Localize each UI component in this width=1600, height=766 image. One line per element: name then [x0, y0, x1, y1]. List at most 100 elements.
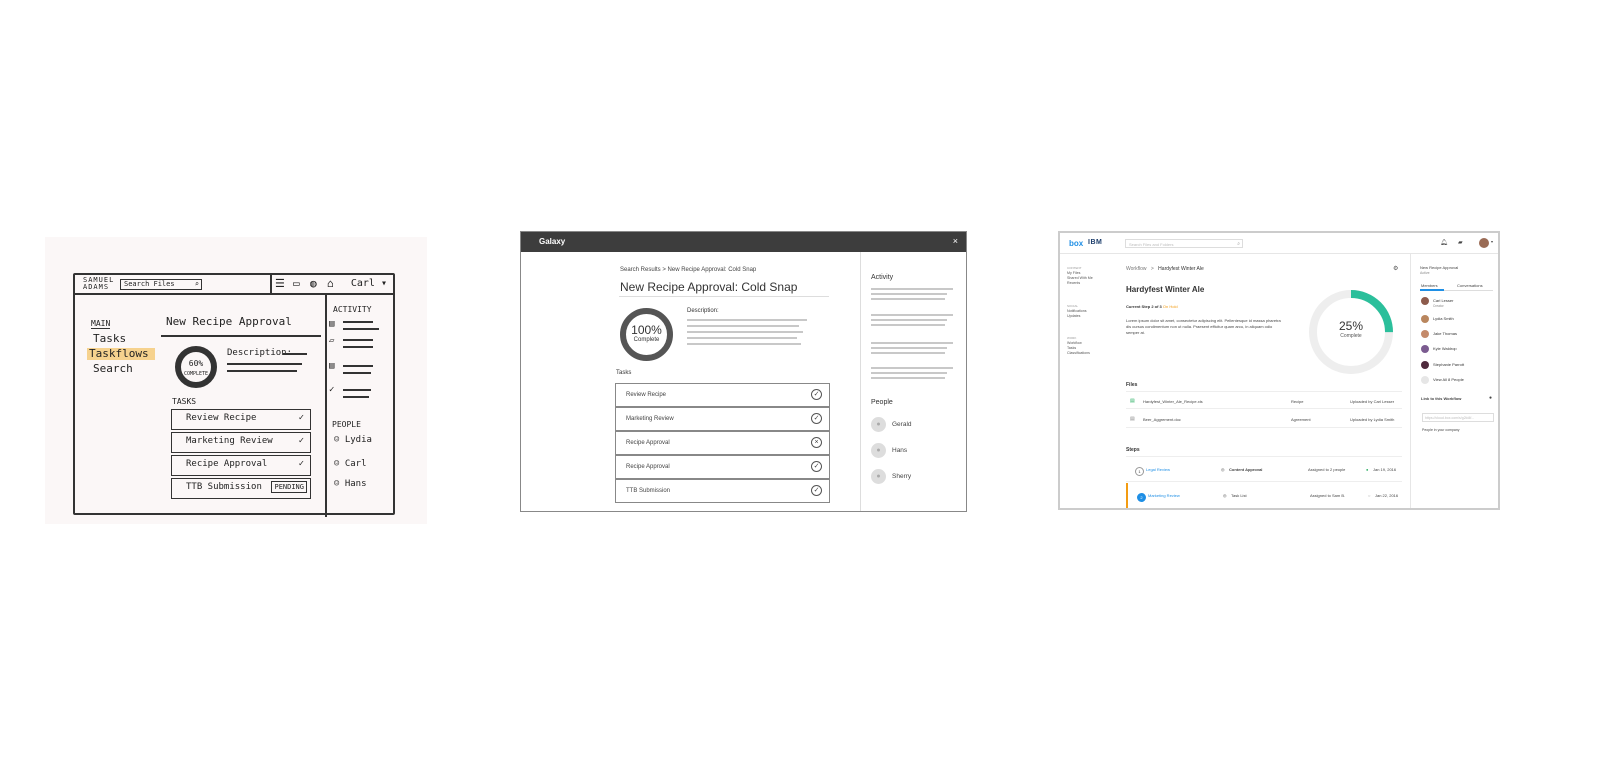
view-all-people-link[interactable]: View All 8 People [1421, 376, 1464, 384]
steps-label: Steps [1126, 447, 1140, 453]
sketch-person[interactable]: ☺ Carl [334, 459, 367, 469]
member-name: Carl Lesser [1433, 298, 1454, 304]
sketch-task-row[interactable]: Review Recipe ✓ [171, 409, 311, 430]
step-row[interactable]: 1 Legal Review ◎ Content Approval Assign… [1126, 456, 1402, 482]
sketch-sidebar-divider [325, 295, 327, 517]
galaxy-app-title: Galaxy [539, 237, 566, 246]
gear-icon[interactable]: ⚙ [1393, 265, 1398, 272]
step-row[interactable]: 2 Marketing Review ◎ Task List Assigned … [1126, 483, 1402, 508]
activity-line [871, 298, 945, 300]
workflow-name[interactable]: New Recipe Approval [1420, 265, 1458, 270]
more-icon [1421, 376, 1429, 384]
people-in-company-link[interactable]: People in your company [1422, 428, 1460, 432]
sketch-user-menu[interactable]: Carl ▾ [351, 278, 387, 289]
box-logo[interactable]: box [1069, 239, 1083, 248]
task-row[interactable]: Recipe Approval × [615, 431, 830, 455]
page-title: New Recipe Approval: Cold Snap [620, 280, 798, 294]
tab-members[interactable]: Members [1421, 283, 1438, 288]
check-circle-icon: ✓ [811, 461, 822, 472]
task-row[interactable]: Recipe Approval ✓ [615, 455, 830, 479]
workflow-description: Lorem ipsum dolor sit amet, consectetur … [1126, 318, 1281, 335]
task-row[interactable]: TTB Submission ✓ [615, 479, 830, 503]
file-row[interactable]: ▤ Beer_Aggrement.doc Agreement Uploaded … [1126, 410, 1402, 428]
box-ui-panel: box IBM Search Files and Folders ⌕ 🔔︎ ▰ … [1058, 231, 1500, 510]
avatar [1421, 330, 1429, 338]
nav-item-updates[interactable]: Updates [1067, 314, 1087, 319]
activity-line [871, 377, 945, 379]
document-icon: ▤ [329, 319, 335, 329]
sketch-person[interactable]: ☺ Hans [334, 479, 367, 489]
left-nav: SOCIAL Notifications Updates [1067, 304, 1087, 319]
person-name: Gerald [892, 421, 912, 429]
avatar[interactable] [1479, 238, 1489, 248]
page-title: Hardyfest Winter Ale [1126, 285, 1205, 294]
step-name[interactable]: Legal Review [1146, 467, 1170, 472]
member-item[interactable]: Kyle Waldrop [1421, 345, 1457, 353]
view-all-label: View All 8 People [1433, 377, 1464, 383]
sketch-nav-tasks[interactable]: Tasks [93, 333, 126, 345]
sketch-task-row[interactable]: Marketing Review ✓ [171, 432, 311, 453]
sketch-topbar: SAMUEL ADAMS Search Files ⌕ ☰ ▭ ◍ ⌂ Carl… [75, 275, 393, 295]
person-item[interactable]: ● Hans [871, 443, 907, 458]
check-circle-icon: ✓ [811, 413, 822, 424]
task-name: Recipe Approval [626, 440, 670, 446]
inbox-icon[interactable]: ⌂ [327, 278, 334, 290]
task-row[interactable]: Review Recipe ✓ [615, 383, 830, 407]
step-name[interactable]: Marketing Review [1148, 493, 1180, 498]
activity-line [871, 314, 953, 316]
sketch-progress-ring: 60% COMPLETE [175, 346, 217, 388]
sketch-person[interactable]: ☺ Lydia [334, 435, 372, 445]
member-item[interactable]: Lydia Smith [1421, 315, 1454, 323]
person-item[interactable]: ● Gerald [871, 417, 912, 432]
search-input[interactable]: Search Files and Folders ⌕ [1125, 239, 1243, 248]
file-name[interactable]: Hardyfest_Winter_Ale_Recipe.xls [1143, 399, 1203, 404]
task-row[interactable]: Marketing Review ✓ [615, 407, 830, 431]
person-item[interactable]: ● Sherry [871, 469, 911, 484]
member-item[interactable]: Stephanie Parrott [1421, 361, 1464, 369]
member-item[interactable]: Jake Thomas [1421, 330, 1457, 338]
sketch-desc-line [283, 353, 307, 355]
sketch-task-name: TTB Submission [186, 482, 262, 492]
sketch-search-input[interactable]: Search Files ⌕ [120, 279, 202, 290]
workflow-link-input[interactable]: https://cloud.box.com/s/g2ld4f... [1422, 413, 1494, 422]
description-line [687, 331, 803, 333]
globe-icon[interactable]: ◍ [310, 278, 317, 290]
info-icon[interactable]: ● [1489, 395, 1492, 401]
bell-icon[interactable]: 🔔︎ [1440, 239, 1448, 246]
breadcrumb[interactable]: Search Results > New Recipe Approval: Co… [620, 267, 756, 273]
search-placeholder: Search Files and Folders [1129, 242, 1174, 247]
activity-line [871, 288, 953, 290]
current-step-label: Current Step 2 of 3 [1126, 304, 1162, 309]
nav-item-recents[interactable]: Recents [1067, 281, 1093, 286]
folder-icon[interactable]: ▭ [293, 278, 300, 290]
sketch-task-row[interactable]: Recipe Approval ✓ [171, 455, 311, 476]
sketch-user-name: Carl [350, 278, 375, 289]
left-nav: CONTENT My Files Shared With Me Recents [1067, 266, 1093, 286]
activity-line [343, 389, 371, 391]
sketch-window: SAMUEL ADAMS Search Files ⌕ ☰ ▭ ◍ ⌂ Carl… [73, 273, 395, 517]
nav-item-classifications[interactable]: Classifications [1067, 351, 1090, 356]
activity-line [343, 365, 373, 367]
breadcrumb-root[interactable]: Workflow [1126, 266, 1146, 272]
sketch-nav-search[interactable]: Search [93, 363, 133, 375]
approval-icon: ◎ [1221, 467, 1225, 472]
checklist-icon[interactable]: ☰ [275, 278, 285, 290]
file-name[interactable]: Beer_Aggrement.doc [1143, 417, 1181, 422]
activity-line [343, 339, 373, 341]
close-icon[interactable]: × [953, 236, 958, 246]
activity-line [871, 342, 953, 344]
avatar [1421, 361, 1429, 369]
status-badge: On Hold [1162, 304, 1178, 309]
chevron-down-icon[interactable]: ▾ [1491, 239, 1493, 244]
step-kind: Task List [1231, 493, 1247, 498]
check-circle-icon: ✓ [329, 385, 335, 395]
right-panel-divider [1410, 254, 1411, 508]
file-row[interactable]: ▤ Hardyfest_Winter_Ale_Recipe.xls Recipe… [1126, 391, 1402, 409]
member-item[interactable]: Carl Lesser Creator [1421, 297, 1453, 308]
sketch-task-row[interactable]: TTB Submission PENDING [171, 478, 311, 499]
sketch-desc-line [227, 363, 302, 365]
sketch-nav-taskflows[interactable]: Taskflows [87, 348, 155, 360]
chat-icon[interactable]: ▰ [1458, 239, 1463, 246]
tab-conversations[interactable]: Conversations [1457, 283, 1483, 288]
avatar-icon: ● [871, 469, 886, 484]
